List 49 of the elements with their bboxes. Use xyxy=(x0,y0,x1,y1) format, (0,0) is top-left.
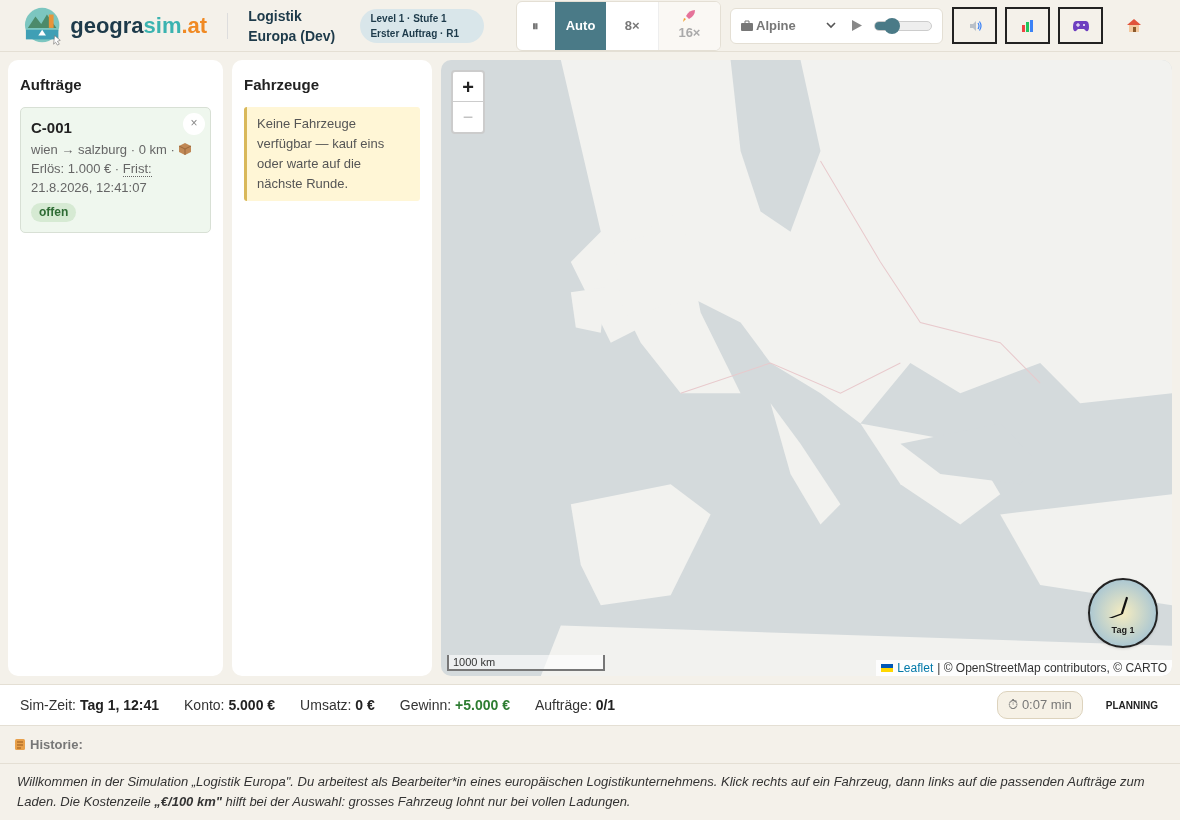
toolbar-button[interactable] xyxy=(952,7,997,44)
page-title: Logistik Europa (Dev) xyxy=(248,6,337,46)
toolbar-button[interactable] xyxy=(1058,7,1103,44)
status-item: Aufträge: 0/1 xyxy=(534,695,616,715)
leaflet-link[interactable]: Leaflet xyxy=(897,660,934,676)
bag-icon xyxy=(741,20,753,31)
attribution-text: | © OpenStreetMap contributors, © CARTO xyxy=(937,660,1167,676)
speed-button[interactable]: 8× xyxy=(606,1,658,50)
flag-icon xyxy=(881,664,894,672)
chevron-down-icon[interactable] xyxy=(826,22,836,29)
house-icon xyxy=(1125,18,1142,33)
scale-bar: 1000 km xyxy=(447,655,605,671)
phase-label: PLANNING xyxy=(1105,698,1158,713)
order-deadline: 21.8.2026, 12:41:07 xyxy=(31,178,148,197)
empty-notice: Keine Fahrzeuge verfügbar — kauf eins oder warte auf die nächste Runde. xyxy=(244,106,420,201)
panel-title: Aufträge xyxy=(20,75,83,95)
rocket-icon xyxy=(682,8,697,23)
scroll-icon xyxy=(14,738,26,751)
volume-slider[interactable] xyxy=(874,20,932,31)
bar-chart-icon xyxy=(1020,18,1035,33)
order-route: wien → salzburg · 0 km · xyxy=(31,140,175,159)
order-revenue: Erlös: 1.000 € · xyxy=(31,160,120,176)
gamepad-icon xyxy=(1072,19,1089,32)
track-select[interactable]: Alpine xyxy=(756,15,826,36)
level-badge: Level 1 · Stufe 1 Erster Auftrag · R1 xyxy=(360,8,484,43)
order-card[interactable]: × C-001 wien → salzburg · 0 km · Erlös: 1.000 € · Frist: 21.8.2026, 12:41:07 offen xyxy=(20,106,211,233)
clock-label: Tag 1 xyxy=(1110,623,1136,637)
status-badge: offen xyxy=(31,202,77,222)
panel-title: Fahrzeuge xyxy=(244,75,320,95)
history-message: Willkommen in der Simulation „Logistik Europa". Du arbeitest als Bearbeiter*in eines europäischen Logistikunternehmens. Klick rechts auf ein Fahrzeug, dann links auf die passenden Aufträge zum Laden. Die Kostenzeile „€/100 km" hilft bei der Auswahl: grosses Fahrzeug lohnt nur bei vollen Ladungen. xyxy=(16,773,1146,811)
speaker-icon xyxy=(967,18,982,33)
slider-thumb[interactable] xyxy=(883,17,900,34)
speed-button[interactable]: ⏸ xyxy=(516,1,555,50)
order-id: C-001 xyxy=(31,117,72,137)
status-item: Konto: 5.000 € xyxy=(184,695,276,715)
status-item: Sim-Zeit: Tag 1, 12:41 xyxy=(20,695,159,715)
close-button[interactable]: × xyxy=(183,112,205,135)
status-item: Gewinn: +5.000 € xyxy=(399,695,510,715)
deadline-label: Frist: xyxy=(122,160,152,177)
play-icon[interactable] xyxy=(852,20,862,31)
speed-button[interactable]: Auto xyxy=(554,1,607,50)
toolbar-button[interactable] xyxy=(1005,7,1050,44)
history-title: Historie: xyxy=(30,735,83,754)
logo-icon xyxy=(24,5,63,46)
package-icon xyxy=(178,143,191,155)
zoom-in-button[interactable]: + xyxy=(453,72,483,102)
logo-wordmark: geograsim.at xyxy=(70,12,208,40)
timer-badge: ⏱ 0:07 min xyxy=(997,691,1083,719)
status-item: Umsatz: 0 € xyxy=(300,695,375,715)
